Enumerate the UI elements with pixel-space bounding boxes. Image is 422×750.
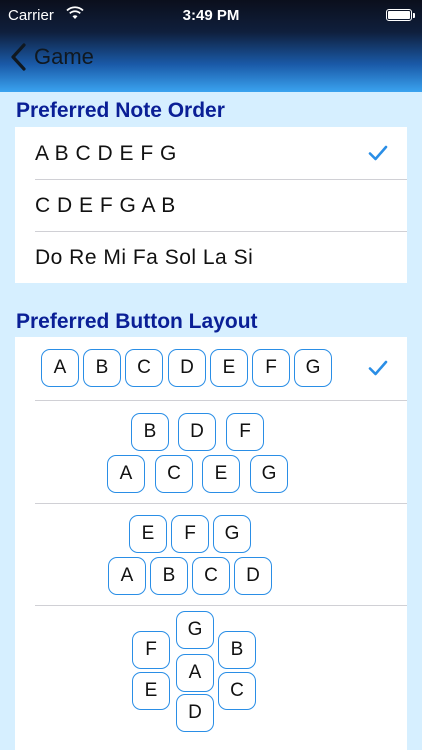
note-order-option-label: Do Re Mi Fa Sol La Si [35, 246, 254, 269]
note-key: B [218, 631, 256, 669]
note-order-option-abc[interactable]: A B C D E F G [15, 127, 407, 179]
button-layout-title: Preferred Button Layout [16, 310, 258, 333]
button-layout-list: A B C D E F G B D F A C E G E F G A B C … [15, 337, 407, 750]
note-key: B [150, 557, 188, 595]
note-key: D [168, 349, 206, 387]
note-key: B [83, 349, 121, 387]
button-layout-option-block[interactable]: E F G A B C D [15, 504, 407, 605]
note-key: C [125, 349, 163, 387]
note-order-option-label: C D E F G A B [35, 194, 176, 217]
note-key: A [107, 455, 145, 493]
note-key: G [250, 455, 288, 493]
note-key: D [234, 557, 272, 595]
button-layout-option-linear[interactable]: A B C D E F G [15, 337, 407, 400]
button-layout-option-staggered[interactable]: B D F A C E G [15, 401, 407, 503]
note-order-option-cde[interactable]: C D E F G A B [15, 180, 407, 232]
note-key: G [213, 515, 251, 553]
note-key: C [155, 455, 193, 493]
note-order-option-label: A B C D E F G [35, 142, 177, 165]
back-button[interactable]: Game [8, 40, 94, 74]
note-key: D [176, 694, 214, 732]
note-key: E [210, 349, 248, 387]
note-order-list: A B C D E F G C D E F G A B Do Re Mi Fa … [15, 127, 407, 283]
note-key: E [132, 672, 170, 710]
status-bar: Carrier 3:49 PM [0, 0, 422, 30]
note-key: A [108, 557, 146, 595]
note-key: F [132, 631, 170, 669]
note-order-title: Preferred Note Order [16, 99, 225, 122]
note-key: C [192, 557, 230, 595]
note-key: F [252, 349, 290, 387]
battery-icon [386, 9, 415, 21]
note-key: G [176, 611, 214, 649]
note-key: A [176, 654, 214, 692]
note-key: G [294, 349, 332, 387]
note-key: B [131, 413, 169, 451]
checkmark-icon [368, 145, 388, 161]
note-key: D [178, 413, 216, 451]
back-button-label: Game [34, 44, 94, 69]
chevron-left-icon [11, 43, 26, 71]
button-layout-option-circle[interactable]: G F B A E C D [15, 606, 407, 750]
note-key: F [226, 413, 264, 451]
checkmark-icon [368, 360, 388, 376]
note-order-option-solfege[interactable]: Do Re Mi Fa Sol La Si [15, 232, 407, 283]
note-key: E [202, 455, 240, 493]
note-key: F [171, 515, 209, 553]
clock: 3:49 PM [182, 7, 240, 24]
note-key: E [129, 515, 167, 553]
note-key: C [218, 672, 256, 710]
note-key: A [41, 349, 79, 387]
